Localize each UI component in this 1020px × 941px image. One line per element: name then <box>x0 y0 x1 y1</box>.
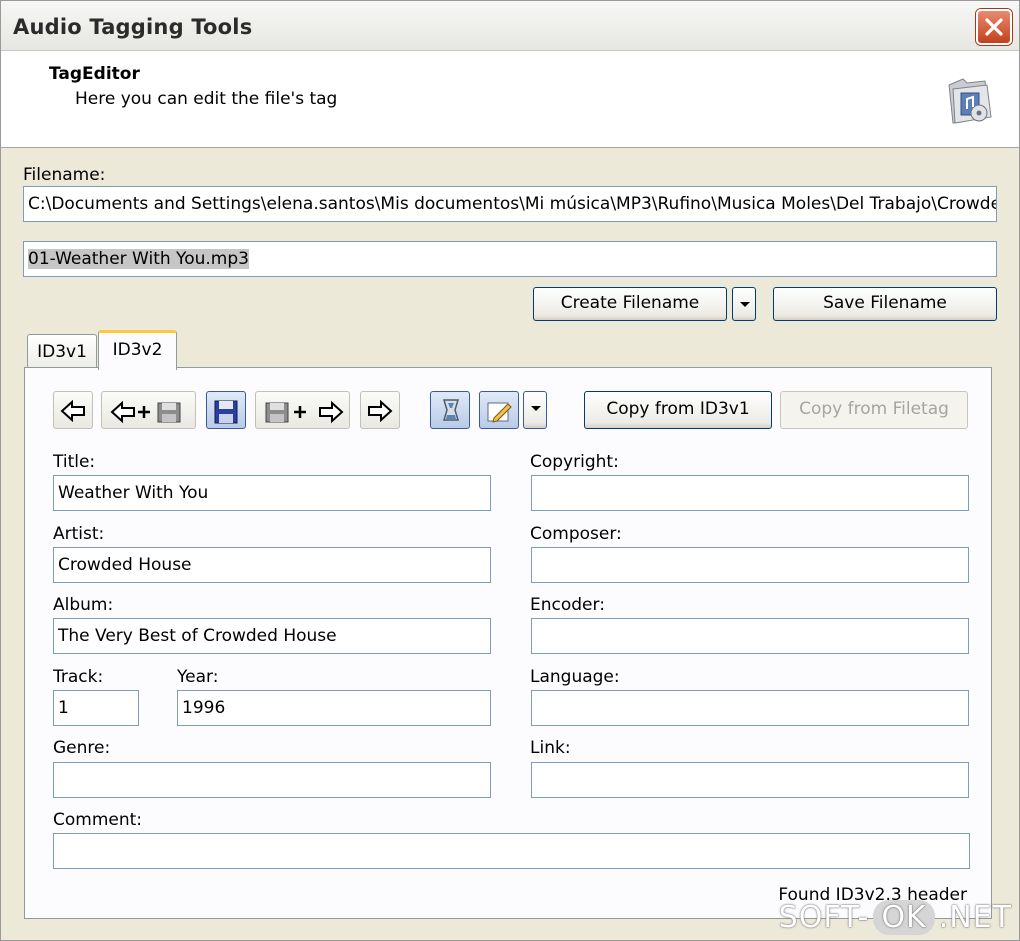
copyright-field[interactable] <box>531 475 969 511</box>
close-button[interactable] <box>976 9 1012 45</box>
app-window: Audio Tagging Tools TagEditor Here you c… <box>0 0 1020 941</box>
header-panel: TagEditor Here you can edit the file's t… <box>1 51 1019 148</box>
artist-field[interactable]: Crowded House <box>53 547 491 583</box>
track-field[interactable]: 1 <box>53 690 139 726</box>
filename-text: 01-Weather With You.mp3 <box>28 249 249 269</box>
prev-save-button[interactable] <box>101 391 196 429</box>
copyright-label: Copyright: <box>530 452 619 472</box>
path-field[interactable]: C:\Documents and Settings\elena.santos\M… <box>23 186 997 222</box>
music-folder-icon <box>948 78 992 124</box>
create-filename-button[interactable]: Create Filename <box>533 287 727 321</box>
watermark-mid: OK <box>873 900 935 935</box>
title-label: Title: <box>53 452 96 472</box>
watermark: SOFT- OK .NET <box>779 900 1012 935</box>
year-field[interactable]: 1996 <box>177 690 491 726</box>
edit-icon <box>487 402 512 423</box>
link-label: Link: <box>530 738 571 758</box>
arrow-right-icon <box>368 400 393 422</box>
tab-id3v2[interactable]: ID3v2 <box>98 330 177 370</box>
composer-field[interactable] <box>531 547 969 583</box>
encoder-field[interactable] <box>531 618 969 654</box>
artist-label: Artist: <box>53 524 105 544</box>
title-field[interactable]: Weather With You <box>53 475 491 511</box>
save-next-button[interactable] <box>255 391 350 429</box>
save-arrow-right-icon <box>265 400 344 424</box>
genre-label: Genre: <box>53 738 111 758</box>
album-label: Album: <box>53 595 114 615</box>
erase-icon <box>442 399 460 421</box>
language-field[interactable] <box>531 690 969 726</box>
copy-from-id3v1-button[interactable]: Copy from ID3v1 <box>584 391 772 429</box>
link-field[interactable] <box>531 762 969 798</box>
comment-label: Comment: <box>53 810 143 830</box>
track-label: Track: <box>53 667 104 687</box>
edit-tag-button[interactable] <box>479 391 519 429</box>
window-title: Audio Tagging Tools <box>13 15 253 39</box>
close-icon <box>985 18 1003 36</box>
tab-id3v1[interactable]: ID3v1 <box>27 334 97 370</box>
arrow-left-save-icon <box>110 400 181 424</box>
filename-field[interactable]: 01-Weather With You.mp3 <box>23 241 997 277</box>
year-label: Year: <box>177 667 219 687</box>
encoder-label: Encoder: <box>530 595 605 615</box>
create-filename-dropdown[interactable] <box>732 287 756 321</box>
arrow-left-icon <box>60 400 85 422</box>
genre-field[interactable] <box>53 762 491 798</box>
composer-label: Composer: <box>530 524 622 544</box>
title-bar: Audio Tagging Tools <box>1 1 1019 51</box>
edit-tag-dropdown[interactable] <box>523 391 547 429</box>
watermark-left: SOFT- <box>778 900 870 935</box>
header-title: TagEditor <box>49 64 140 84</box>
album-field[interactable]: The Very Best of Crowded House <box>53 618 491 654</box>
comment-field[interactable] <box>53 833 970 869</box>
header-subtitle: Here you can edit the file's tag <box>75 89 338 109</box>
save-tag-button[interactable] <box>206 391 246 429</box>
erase-tag-button[interactable] <box>430 391 470 429</box>
language-label: Language: <box>530 667 620 687</box>
copy-from-filetag-button[interactable]: Copy from Filetag <box>780 391 968 429</box>
next-button[interactable] <box>360 391 400 429</box>
watermark-right: .NET <box>938 900 1012 935</box>
save-filename-button[interactable]: Save Filename <box>773 287 997 321</box>
prev-button[interactable] <box>53 391 93 429</box>
filename-label: Filename: <box>23 165 106 185</box>
save-icon <box>214 400 238 424</box>
